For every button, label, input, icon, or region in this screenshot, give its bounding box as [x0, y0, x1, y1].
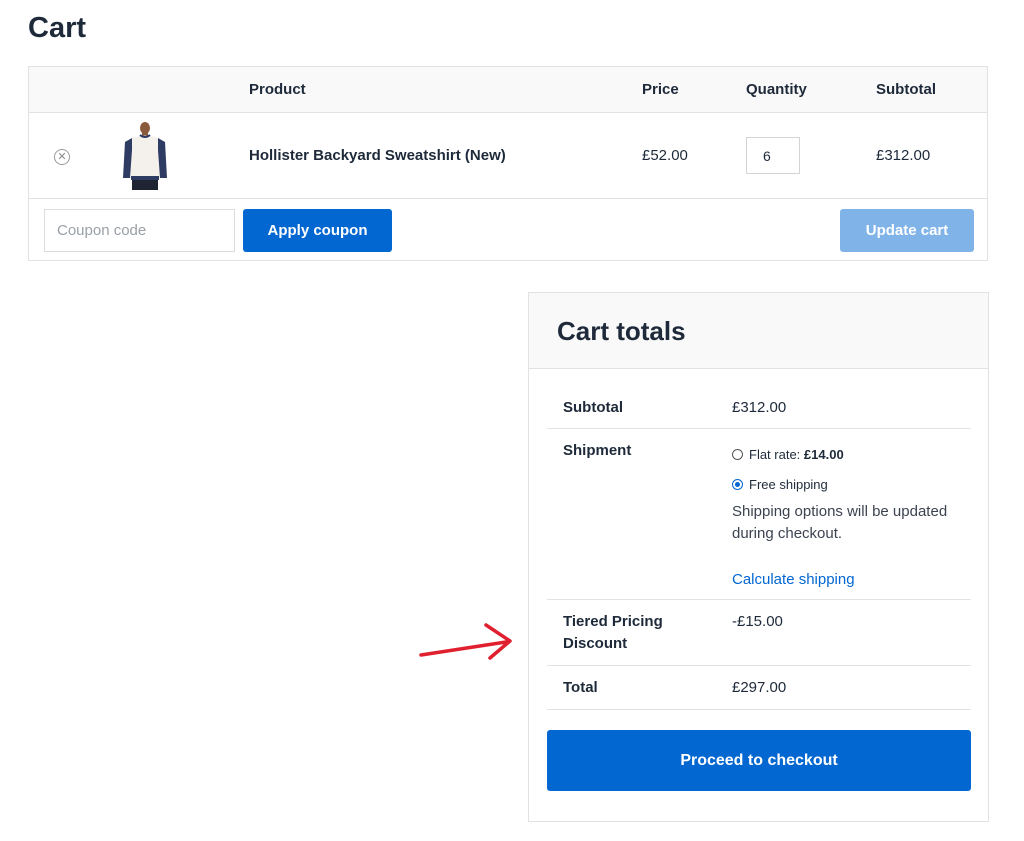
quantity-input[interactable]: [746, 137, 800, 174]
cart-totals-title: Cart totals: [557, 316, 686, 346]
subtotal-value: £312.00: [732, 399, 787, 416]
flat-rate-label: Flat rate:: [749, 447, 804, 462]
apply-coupon-button[interactable]: Apply coupon: [243, 209, 392, 252]
cart-totals-header: Cart totals: [529, 293, 988, 369]
total-label: Total: [563, 679, 598, 696]
total-row: Total £297.00: [547, 666, 971, 710]
discount-row: Tiered Pricing Discount -£15.00: [547, 600, 971, 666]
cart-table: Product Price Quantity Subtotal ✕ Hollis…: [28, 66, 988, 261]
subtotal-label: Subtotal: [563, 399, 623, 416]
cart-table-header: Product Price Quantity Subtotal: [29, 67, 987, 113]
shipment-label: Shipment: [563, 442, 632, 459]
discount-label: Tiered Pricing Discount: [563, 613, 663, 652]
product-price: £52.00: [642, 147, 688, 164]
calculate-shipping-link[interactable]: Calculate shipping: [732, 569, 855, 591]
red-arrow-icon: [419, 623, 512, 660]
coupon-code-input[interactable]: [44, 209, 235, 252]
cart-actions: Apply coupon Update cart: [29, 199, 987, 261]
total-value: £297.00: [732, 679, 787, 696]
shipping-note: Shipping options will be updated during …: [732, 503, 948, 542]
page-title: Cart: [28, 12, 87, 44]
flat-rate-amount: £14.00: [803, 447, 844, 462]
discount-value: -£15.00: [732, 613, 783, 630]
header-subtotal: Subtotal: [876, 81, 936, 98]
cart-totals-panel: Cart totals Subtotal £312.00 Shipment Fl…: [528, 292, 989, 822]
product-thumbnail[interactable]: [121, 120, 169, 190]
product-name-link[interactable]: Hollister Backyard Sweatshirt (New): [249, 113, 506, 199]
free-shipping-label: Free shipping: [749, 477, 828, 492]
flat-rate-radio[interactable]: [732, 449, 743, 460]
table-row: ✕ Hollister Backyard Sweatshirt (New) £5…: [29, 113, 987, 199]
free-shipping-option[interactable]: Free shipping: [732, 476, 828, 494]
proceed-to-checkout-button[interactable]: Proceed to checkout: [547, 730, 971, 791]
free-shipping-radio[interactable]: [732, 479, 743, 490]
shipment-row: Shipment Flat rate: £14.00 Free shipping…: [547, 429, 971, 600]
update-cart-button[interactable]: Update cart: [840, 209, 974, 252]
product-subtotal: £312.00: [876, 147, 931, 164]
header-price: Price: [642, 81, 679, 98]
subtotal-row: Subtotal £312.00: [547, 387, 971, 429]
flat-rate-option[interactable]: Flat rate: £14.00: [732, 446, 844, 464]
remove-item-icon[interactable]: ✕: [54, 149, 70, 165]
header-product: Product: [249, 81, 306, 98]
header-quantity: Quantity: [746, 81, 807, 98]
